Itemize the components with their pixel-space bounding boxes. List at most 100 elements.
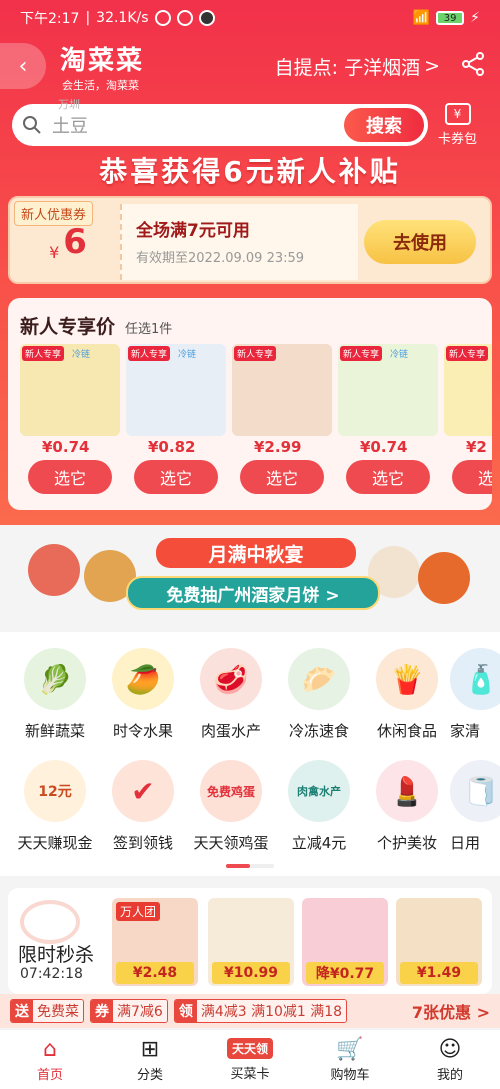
signal-icon: 📶 bbox=[412, 10, 431, 26]
chevron-left-icon: ‹ bbox=[18, 53, 28, 79]
pick-button[interactable]: 选它 bbox=[240, 460, 324, 494]
tab-profile[interactable]: ☺ 我的 bbox=[400, 1030, 500, 1089]
app-header: ‹ 淘菜菜 会生活，淘菜菜 自提点: 子洋烟酒 > bbox=[0, 36, 500, 96]
coupon-tag: 新人优惠券 bbox=[14, 201, 94, 226]
brand-slogan: 会生活，淘菜菜 bbox=[62, 78, 139, 92]
weibo-icon bbox=[176, 10, 193, 26]
pickup-point-selector[interactable]: 自提点: 子洋烟酒 > bbox=[275, 53, 440, 80]
frozen-food-icon: 🥟 bbox=[288, 648, 350, 710]
category-item[interactable]: 12元 天天赚现金 bbox=[10, 760, 100, 860]
cold-chain-label: 冷链 bbox=[390, 350, 409, 360]
search-input[interactable]: 万圳 土豆 搜索 bbox=[12, 98, 428, 146]
card-icon: 天天领 bbox=[226, 1037, 273, 1059]
discount-icon: 肉禽水产 bbox=[288, 760, 350, 822]
product-image: 新人专享 冷链 bbox=[126, 344, 226, 436]
newcomer-badge: 新人专享 bbox=[446, 346, 489, 361]
vegetable-icon: 🥬 bbox=[24, 648, 86, 710]
tab-grocery-card[interactable]: 天天领 买菜卡 bbox=[200, 1030, 300, 1089]
search-icon bbox=[23, 116, 41, 134]
category-item[interactable]: ✔ 签到领钱 bbox=[98, 760, 188, 860]
cleaning-icon: 🧴 bbox=[450, 648, 500, 710]
category-item[interactable]: 🧻 日用 bbox=[450, 760, 500, 860]
section-title: 新人专享价 bbox=[20, 316, 116, 338]
cart-icon: 🛒 bbox=[336, 1036, 364, 1062]
cash-icon: 12元 bbox=[24, 760, 86, 822]
promo-tag: 送 免费菜 bbox=[10, 999, 84, 1023]
category-icon: ⊞ bbox=[140, 1036, 160, 1062]
product-card[interactable]: 新人专享 冷链 ¥0.74 选它 bbox=[20, 344, 120, 494]
search-row: 万圳 土豆 搜索 ¥ 卡券包 bbox=[12, 98, 488, 150]
product-price: ¥0.74 bbox=[360, 438, 408, 456]
tab-home[interactable]: ⌂ 首页 bbox=[0, 1030, 100, 1089]
charging-icon: ⚡ bbox=[470, 10, 480, 26]
pick-button[interactable]: 选它 bbox=[134, 460, 218, 494]
product-price: ¥2 bbox=[466, 438, 487, 456]
network-speed: 32.1K/s bbox=[96, 10, 149, 26]
share-icon bbox=[462, 52, 484, 76]
flash-sale-timer: 07:42:18 bbox=[20, 966, 83, 982]
product-image: 新人专享 冷链 bbox=[20, 344, 120, 436]
category-item[interactable]: 🍟 休闲食品 bbox=[362, 648, 452, 748]
brand: 淘菜菜 会生活，淘菜菜 bbox=[60, 40, 144, 93]
checkin-icon: ✔ bbox=[112, 760, 174, 822]
flash-sale-item[interactable]: ¥10.99 bbox=[208, 898, 294, 986]
product-image: 新人专享 bbox=[232, 344, 332, 436]
more-coupons-link[interactable]: 7张优惠 > bbox=[412, 999, 490, 1023]
share-button[interactable] bbox=[460, 51, 486, 81]
product-card[interactable]: 新人专享 冷链 ¥0.74 选它 bbox=[338, 344, 438, 494]
category-item[interactable]: 🥩 肉蛋水产 bbox=[186, 648, 276, 748]
category-item[interactable]: 🧴 家清 bbox=[450, 648, 500, 748]
tab-category[interactable]: ⊞ 分类 bbox=[100, 1030, 200, 1089]
beauty-icon: 💄 bbox=[376, 760, 438, 822]
coupon-pack-button[interactable]: ¥ 卡券包 bbox=[438, 103, 477, 147]
product-card[interactable]: 新人专享 ¥2 选它 bbox=[444, 344, 492, 494]
flash-sale-item[interactable]: ¥1.49 bbox=[396, 898, 482, 986]
promo-bar[interactable]: 送 免费菜 券 满7减6 领 满4减3 满10减1 满18 7张优惠 > bbox=[0, 994, 500, 1028]
alarm-icon bbox=[154, 10, 171, 26]
category-item[interactable]: 🥭 时令水果 bbox=[98, 648, 188, 748]
product-image: 新人专享 bbox=[444, 344, 492, 436]
use-coupon-button[interactable]: 去使用 bbox=[364, 220, 476, 264]
status-time: 下午2:17 bbox=[20, 11, 80, 27]
category-item[interactable]: 免费鸡蛋 天天领鸡蛋 bbox=[186, 760, 276, 860]
pick-button[interactable]: 选它 bbox=[28, 460, 112, 494]
product-card[interactable]: 新人专享 ¥2.99 选它 bbox=[232, 344, 332, 494]
search-hint-top: 万圳 bbox=[58, 98, 80, 111]
category-grid: 🥬 新鲜蔬菜 🥭 时令水果 🥩 肉蛋水产 🥟 冷冻速食 🍟 休闲食品 🧴 家清 … bbox=[0, 632, 500, 876]
back-button[interactable]: ‹ bbox=[0, 43, 46, 89]
product-card[interactable]: 新人专享 冷链 ¥0.82 选它 bbox=[126, 344, 226, 494]
meat-icon: 🥩 bbox=[200, 648, 262, 710]
home-icon: ⌂ bbox=[43, 1036, 57, 1062]
group-buy-badge: 万人团 bbox=[116, 902, 161, 921]
newcomer-badge: 新人专享 bbox=[234, 346, 277, 361]
mid-autumn-banner[interactable]: 月满中秋宴 免费抽广州酒家月饼 > bbox=[8, 530, 492, 620]
newcomer-badge: 新人专享 bbox=[128, 346, 171, 361]
tab-cart[interactable]: 🛒 购物车 bbox=[300, 1030, 400, 1089]
category-item[interactable]: 🥬 新鲜蔬菜 bbox=[10, 648, 100, 748]
category-scroll-indicator bbox=[226, 864, 274, 868]
flash-sale-title: 限时秒杀 bbox=[18, 944, 95, 966]
newcomer-coupon-card: ¥ 6 新人优惠券 全场满7元可用 有效期至2022.09.09 23:59 去… bbox=[8, 196, 492, 284]
newcomer-banner-title: 恭喜获得6元新人补贴 bbox=[99, 155, 401, 188]
pick-button[interactable]: 选它 bbox=[346, 460, 430, 494]
pick-button[interactable]: 选它 bbox=[452, 460, 492, 494]
category-item[interactable]: 💄 个护美妆 bbox=[362, 760, 452, 860]
coupon-pack-label: 卡券包 bbox=[438, 132, 478, 147]
category-item[interactable]: 🥟 冷冻速食 bbox=[274, 648, 364, 748]
flash-sale-item[interactable]: 降¥0.77 bbox=[302, 898, 388, 986]
crab-image bbox=[418, 552, 470, 604]
flash-sale-section[interactable]: 限时秒杀 07:42:18 万人团 ¥2.48 ¥10.99 降¥0.77 ¥1… bbox=[8, 888, 492, 994]
product-price: ¥0.74 bbox=[42, 438, 90, 456]
snack-icon: 🍟 bbox=[376, 648, 438, 710]
mooncake-lottery-link[interactable]: 免费抽广州酒家月饼 > bbox=[126, 576, 380, 610]
pickup-point-label: 自提点: 子洋烟酒 bbox=[274, 56, 421, 79]
egg-icon: 免费鸡蛋 bbox=[200, 760, 262, 822]
search-button[interactable]: 搜索 bbox=[344, 108, 424, 142]
flash-sale-item[interactable]: 万人团 ¥2.48 bbox=[112, 898, 198, 986]
cold-chain-label: 冷链 bbox=[178, 350, 197, 360]
bottom-tab-bar: ⌂ 首页 ⊞ 分类 天天领 买菜卡 🛒 购物车 ☺ 我的 bbox=[0, 1030, 500, 1089]
category-item[interactable]: 肉禽水产 立减4元 bbox=[274, 760, 364, 860]
product-price: ¥2.99 bbox=[254, 438, 302, 456]
flash-sale-price: ¥1.49 bbox=[400, 962, 478, 984]
newcomer-badge: 新人专享 bbox=[22, 346, 65, 361]
